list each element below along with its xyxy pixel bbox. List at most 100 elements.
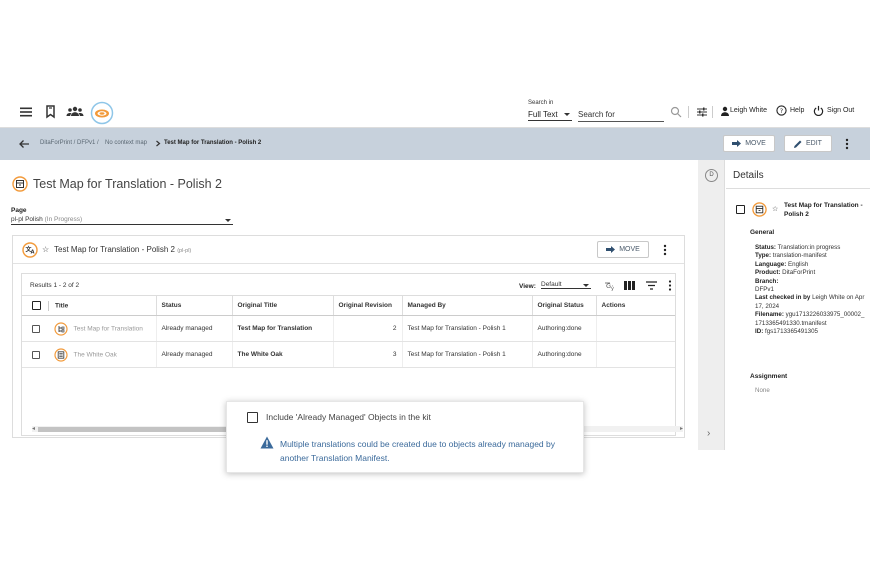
product-key: Product: bbox=[755, 269, 781, 277]
edit-button[interactable]: EDIT bbox=[784, 135, 832, 152]
table-row[interactable]: The White Oak Already managed The White … bbox=[22, 341, 675, 368]
search-input[interactable] bbox=[578, 108, 664, 122]
column-header-managed-by[interactable]: Managed By bbox=[401, 295, 532, 316]
details-checkbox[interactable] bbox=[736, 205, 745, 214]
column-header-original-title[interactable]: Original Title bbox=[231, 295, 333, 316]
row-title-cell[interactable]: Test Map for Translation bbox=[22, 315, 156, 342]
view-select[interactable]: Default bbox=[541, 281, 591, 289]
scrollbar-thumb[interactable] bbox=[38, 427, 242, 432]
include-managed-label[interactable]: Include 'Already Managed' Objects in the… bbox=[266, 412, 431, 422]
menu-icon[interactable] bbox=[18, 104, 34, 120]
card-title: Test Map for Translation - Polish 2 (pl-… bbox=[54, 245, 191, 254]
app-logo-icon[interactable] bbox=[90, 101, 114, 125]
column-title-label: Title bbox=[55, 302, 69, 310]
row-original-title: The White Oak bbox=[231, 341, 333, 368]
back-arrow-icon[interactable] bbox=[18, 138, 30, 150]
more-vertical-icon[interactable] bbox=[663, 244, 667, 256]
app-window: Search in Full Text Leigh White ? Help S… bbox=[0, 96, 870, 450]
chevron-right-icon[interactable]: › bbox=[707, 428, 710, 439]
user-name[interactable]: Leigh White bbox=[730, 107, 767, 114]
row-original-status: Authoring:done bbox=[531, 341, 596, 368]
warning-icon bbox=[260, 436, 274, 449]
select-all-checkbox[interactable] bbox=[32, 301, 41, 310]
type-key: Type: bbox=[755, 252, 772, 260]
card-move-button[interactable]: MOVE bbox=[597, 241, 649, 258]
details-toggle[interactable]: D bbox=[705, 169, 718, 182]
scroll-left-icon[interactable]: ◂ bbox=[32, 426, 35, 432]
page-select[interactable]: pl-pl Polish (In Progress) bbox=[11, 216, 233, 225]
column-header-original-revision[interactable]: Original Revision bbox=[332, 295, 402, 316]
row-title: Test Map for Translation bbox=[73, 325, 143, 333]
row-checkbox[interactable] bbox=[32, 350, 40, 359]
columns-icon[interactable] bbox=[624, 281, 635, 290]
page-title: Test Map for Translation - Polish 2 bbox=[33, 177, 222, 191]
move-button[interactable]: MOVE bbox=[723, 135, 775, 152]
scroll-right-icon[interactable]: ▸ bbox=[680, 426, 683, 432]
bookmarks-icon[interactable] bbox=[43, 104, 59, 120]
column-header-actions[interactable]: Actions bbox=[595, 295, 675, 316]
chevron-down-icon bbox=[583, 284, 589, 287]
move-button-label: MOVE bbox=[745, 140, 766, 147]
page-label: Page bbox=[11, 207, 27, 214]
row-actions[interactable] bbox=[595, 341, 675, 368]
row-checkbox[interactable] bbox=[32, 324, 40, 333]
card-locale: (pl-pl) bbox=[177, 248, 192, 254]
help-link[interactable]: Help bbox=[790, 107, 804, 114]
card-move-label: MOVE bbox=[619, 246, 640, 253]
page-status: (In Progress) bbox=[44, 216, 83, 223]
filename-key: Filename: bbox=[755, 311, 784, 319]
filter-settings-icon[interactable] bbox=[696, 106, 708, 118]
breadcrumb-path[interactable]: DitaForPrint / DFPv1 / bbox=[40, 140, 99, 146]
table-row[interactable]: Test Map for Translation Already managed… bbox=[22, 315, 675, 342]
help-icon[interactable]: ? bbox=[776, 105, 787, 116]
chevron-down-icon bbox=[225, 219, 231, 222]
filter-icon[interactable] bbox=[646, 281, 657, 290]
product-value: DitaForPrint bbox=[782, 269, 816, 277]
id-key: ID: bbox=[755, 328, 764, 336]
breadcrumb-context[interactable]: No context map bbox=[105, 140, 147, 146]
row-title: The White Oak bbox=[73, 351, 117, 359]
arrow-right-icon bbox=[732, 140, 742, 147]
more-vertical-icon[interactable] bbox=[668, 280, 672, 291]
star-icon[interactable]: ☆ bbox=[42, 245, 49, 254]
search-in-select[interactable]: Full Text bbox=[528, 110, 572, 121]
svg-text:A: A bbox=[31, 250, 35, 256]
row-original-revision: 3 bbox=[332, 341, 402, 368]
row-actions[interactable] bbox=[595, 315, 675, 342]
card-header: 文 A ☆ Test Map for Translation - Polish … bbox=[13, 236, 684, 264]
topic-icon bbox=[54, 347, 68, 362]
view-value: Default bbox=[541, 281, 562, 288]
id-value: fgs1713365491305 bbox=[764, 328, 818, 336]
row-title-cell[interactable]: The White Oak bbox=[22, 341, 156, 368]
row-original-status: Authoring:done bbox=[531, 315, 596, 342]
search-in-value: Full Text bbox=[528, 110, 558, 119]
star-icon[interactable]: ☆ bbox=[772, 205, 778, 213]
include-managed-checkbox[interactable] bbox=[247, 412, 258, 423]
row-managed-by: Test Map for Translation - Polish 1 bbox=[401, 315, 532, 342]
column-header-status[interactable]: Status bbox=[155, 295, 232, 316]
view-label: View: bbox=[519, 283, 536, 290]
translate-toggle-icon[interactable]: Gŷ bbox=[604, 280, 617, 291]
status-key: Status: bbox=[755, 244, 776, 251]
details-rail: D › bbox=[698, 160, 725, 450]
chevron-right-icon bbox=[156, 140, 161, 147]
column-header-title[interactable]: Title bbox=[22, 295, 156, 316]
more-vertical-icon[interactable] bbox=[845, 138, 849, 150]
divider bbox=[726, 188, 870, 189]
user-icon bbox=[721, 106, 729, 116]
divider bbox=[688, 106, 689, 118]
card-title-text: Test Map for Translation - Polish 2 bbox=[54, 245, 175, 254]
warning-message: Multiple translations could be created d… bbox=[280, 439, 556, 463]
chevron-down-icon bbox=[564, 113, 570, 116]
users-icon[interactable] bbox=[66, 104, 84, 120]
search-icon[interactable] bbox=[670, 106, 682, 118]
sign-out-link[interactable]: Sign Out bbox=[827, 107, 854, 114]
column-header-original-status[interactable]: Original Status bbox=[531, 295, 596, 316]
row-original-revision: 2 bbox=[332, 315, 402, 342]
power-icon[interactable] bbox=[813, 105, 824, 116]
pencil-icon bbox=[794, 140, 802, 148]
edit-button-label: EDIT bbox=[806, 140, 822, 147]
row-status: Already managed bbox=[155, 315, 232, 342]
language-value: English bbox=[788, 260, 809, 268]
breadcrumb-bar: DitaForPrint / DFPv1 / No context map Te… bbox=[0, 128, 698, 160]
